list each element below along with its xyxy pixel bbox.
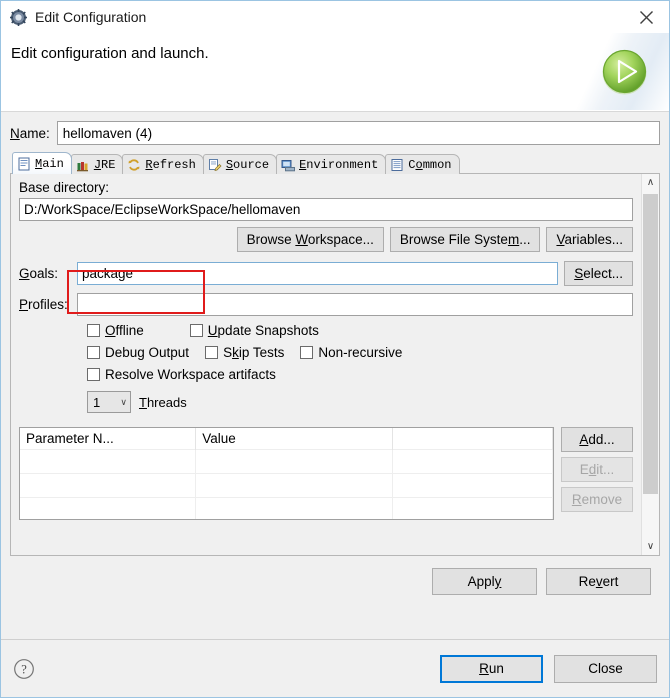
close-button[interactable]: Close	[554, 654, 657, 683]
checkbox-row-3: Resolve Workspace artifacts	[19, 367, 633, 382]
threads-row: 1 ∨ Threads	[19, 391, 633, 413]
scrollbar-track[interactable]	[642, 191, 659, 538]
checkbox-box	[87, 346, 100, 359]
checkbox-debug-output-label: Debug Output	[105, 345, 190, 360]
tab-common-label: Common	[408, 157, 452, 172]
window-title: Edit Configuration	[35, 9, 147, 25]
common-list-icon	[391, 158, 403, 171]
green-run-play-icon	[598, 45, 651, 98]
checkbox-box	[300, 346, 314, 359]
dialog-body: Name: Main JRE	[1, 112, 669, 639]
goals-row: Goals: Select...	[19, 261, 633, 286]
threads-dropdown[interactable]: 1 ∨	[87, 391, 131, 413]
main-tab-content: Base directory: Browse Workspace... Brow…	[11, 174, 641, 555]
checkbox-box	[87, 324, 100, 337]
base-directory-label: Base directory:	[19, 180, 110, 195]
goals-input[interactable]	[77, 262, 559, 285]
parameter-table-area: Parameter N... Value Add... Edit... Remo…	[19, 427, 633, 520]
checkbox-resolve-workspace-artifacts-label: Resolve Workspace artifacts	[105, 367, 276, 382]
dialog-footer: ? Run Close	[1, 639, 669, 697]
tab-source[interactable]: Source	[202, 154, 278, 174]
table-row[interactable]	[20, 449, 553, 474]
variables-button[interactable]: Variables...	[546, 227, 633, 252]
parameter-table[interactable]: Parameter N... Value	[19, 427, 554, 520]
goals-input-wrapper	[77, 262, 559, 285]
threads-label: Threads	[139, 394, 187, 410]
table-header-row: Parameter N... Value	[20, 428, 553, 450]
column-header-value[interactable]: Value	[195, 428, 394, 450]
checkbox-box	[189, 324, 203, 337]
tab-jre[interactable]: JRE	[70, 154, 124, 174]
scroll-up-icon[interactable]: ∧	[642, 174, 659, 191]
chevron-down-icon: ∨	[120, 396, 127, 407]
configuration-name-input[interactable]	[56, 121, 660, 145]
scroll-down-icon[interactable]: ∨	[642, 538, 659, 555]
environment-icon	[281, 159, 296, 171]
base-directory-buttons: Browse Workspace... Browse File System..…	[19, 227, 633, 252]
scrollbar-thumb[interactable]	[643, 194, 658, 494]
browse-file-system-button[interactable]: Browse File System...	[389, 227, 541, 252]
profiles-label: Profiles:	[19, 297, 68, 312]
tab-refresh-label: Refresh	[145, 157, 196, 172]
dialog-header: Edit configuration and launch.	[1, 33, 669, 112]
edit-parameter-button: Edit...	[561, 457, 633, 482]
checkbox-resolve-workspace-artifacts[interactable]: Resolve Workspace artifacts	[87, 367, 276, 382]
header-message: Edit configuration and launch.	[11, 45, 209, 62]
run-button[interactable]: Run	[440, 654, 543, 683]
remove-parameter-button: Remove	[561, 487, 633, 512]
tab-bar: Main JRE Refresh Source Environment Comm…	[10, 152, 660, 174]
parameter-table-buttons: Add... Edit... Remove	[561, 427, 633, 512]
help-question-icon[interactable]: ?	[13, 658, 35, 680]
refresh-arrows-icon	[128, 158, 140, 171]
column-header-parameter-name[interactable]: Parameter N...	[20, 428, 197, 450]
close-icon[interactable]	[629, 3, 663, 31]
name-label: Name:	[10, 125, 50, 141]
main-document-icon	[18, 157, 30, 170]
profiles-row: Profiles:	[19, 293, 633, 316]
checkbox-debug-output[interactable]: Debug Output	[87, 345, 189, 360]
edit-configuration-dialog: Edit Configuration Edit configuration an…	[0, 0, 670, 698]
title-bar: Edit Configuration	[1, 1, 669, 33]
base-directory-input[interactable]	[19, 198, 633, 221]
tab-environment-label: Environment	[299, 157, 379, 172]
source-edit-icon	[208, 158, 222, 171]
configuration-gear-icon	[10, 8, 27, 26]
checkbox-skip-tests-label: Skip Tests	[223, 345, 285, 360]
apply-button[interactable]: Apply	[432, 568, 537, 595]
tab-jre-label: JRE	[93, 157, 116, 172]
tab-source-label: Source	[225, 157, 270, 172]
checkbox-offline[interactable]: Offline	[87, 323, 144, 338]
tab-environment[interactable]: Environment	[276, 154, 387, 174]
checkbox-row-1: Offline Update Snapshots	[19, 323, 633, 338]
checkbox-non-recursive[interactable]: Non-recursive	[300, 345, 402, 360]
apply-revert-row: Apply Revert	[10, 556, 660, 595]
add-parameter-button[interactable]: Add...	[561, 427, 633, 452]
tab-main[interactable]: Main	[12, 152, 72, 174]
tab-main-label: Main	[35, 156, 64, 171]
checkbox-update-snapshots-label: Update Snapshots	[207, 323, 319, 338]
tab-common[interactable]: Common	[385, 154, 460, 174]
table-row[interactable]	[20, 497, 553, 519]
checkbox-non-recursive-label: Non-recursive	[318, 345, 403, 360]
jre-books-icon	[76, 161, 88, 171]
revert-button[interactable]: Revert	[546, 568, 651, 595]
profiles-input[interactable]	[77, 293, 633, 316]
checkbox-box	[87, 368, 100, 381]
goals-label: Goals:	[19, 266, 59, 281]
threads-value: 1	[93, 394, 101, 410]
svg-text:?: ?	[21, 662, 27, 676]
tab-refresh[interactable]: Refresh	[122, 154, 204, 174]
browse-workspace-button[interactable]: Browse Workspace...	[236, 227, 384, 252]
main-tab-scroll-pane: Base directory: Browse Workspace... Brow…	[10, 173, 660, 556]
checkbox-offline-label: Offline	[105, 323, 144, 338]
column-header-blank[interactable]	[392, 428, 553, 450]
checkbox-update-snapshots[interactable]: Update Snapshots	[189, 323, 319, 338]
checkbox-skip-tests[interactable]: Skip Tests	[205, 345, 284, 360]
name-row: Name:	[10, 121, 660, 145]
checkbox-box	[205, 346, 219, 359]
checkbox-row-2: Debug Output Skip Tests Non-recursive	[19, 345, 633, 360]
table-row[interactable]	[20, 473, 553, 498]
select-goals-button[interactable]: Select...	[564, 261, 633, 286]
vertical-scrollbar[interactable]: ∧ ∨	[641, 174, 659, 555]
